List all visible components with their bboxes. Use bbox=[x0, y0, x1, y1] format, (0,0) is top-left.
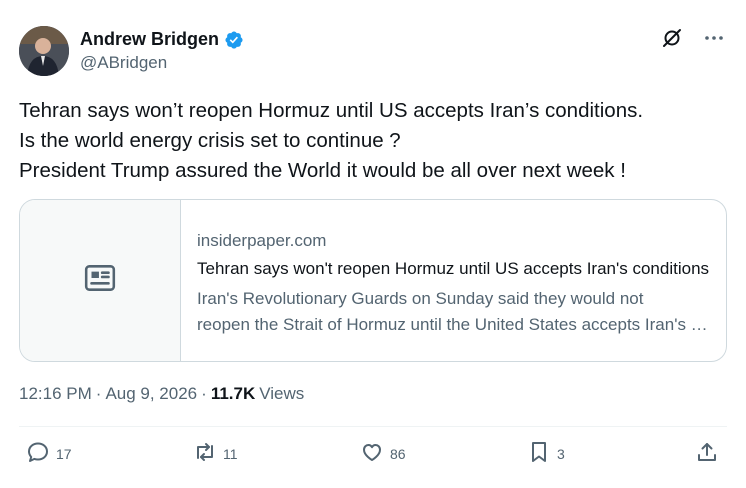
repost-button[interactable]: 11 bbox=[193, 440, 238, 467]
tweet-text: Tehran says won’t reopen Hormuz until US… bbox=[19, 96, 719, 186]
like-count: 86 bbox=[390, 445, 406, 462]
post-time[interactable]: 12:16 PM bbox=[19, 384, 92, 404]
grok-icon[interactable] bbox=[660, 26, 684, 50]
card-domain: insiderpaper.com bbox=[197, 231, 327, 250]
tweet-text-line: President Trump assured the World it wou… bbox=[19, 159, 626, 182]
share-icon bbox=[695, 440, 719, 467]
card-description: Iran's Revolutionary Guards on Sunday sa… bbox=[197, 286, 710, 338]
avatar[interactable] bbox=[19, 26, 69, 76]
card-title: Tehran says won't reopen Hormuz until US… bbox=[197, 259, 710, 278]
reply-icon bbox=[26, 440, 50, 467]
display-name[interactable]: Andrew Bridgen bbox=[80, 29, 219, 50]
meta-separator: · bbox=[201, 384, 207, 403]
like-icon bbox=[360, 440, 384, 467]
card-thumbnail bbox=[20, 200, 181, 361]
tweet-top-actions bbox=[660, 26, 726, 50]
share-button[interactable] bbox=[695, 440, 719, 467]
card-body: insiderpaper.com Tehran says won't reope… bbox=[181, 200, 726, 361]
more-icon[interactable] bbox=[702, 26, 726, 50]
link-card[interactable]: insiderpaper.com Tehran says won't reope… bbox=[19, 199, 727, 362]
author-name-row[interactable]: Andrew Bridgen bbox=[80, 29, 244, 50]
bookmark-count: 3 bbox=[557, 445, 565, 462]
tweet: Andrew Bridgen @ABridgen Tehran says won… bbox=[0, 0, 746, 488]
post-date[interactable]: Aug 9, 2026 bbox=[105, 384, 197, 404]
like-button[interactable]: 86 bbox=[360, 440, 406, 467]
views-label: Views bbox=[259, 384, 305, 403]
repost-icon bbox=[193, 440, 217, 467]
tweet-meta: 12:16 PM · Aug 9, 2026 · 11.7K Views bbox=[19, 384, 304, 404]
tweet-text-line: Tehran says won’t reopen Hormuz until US… bbox=[19, 99, 644, 122]
repost-count: 11 bbox=[223, 445, 238, 462]
divider bbox=[19, 426, 727, 427]
card-description-line: Iran's Revolutionary Guards on Sunday sa… bbox=[197, 289, 644, 308]
reply-count: 17 bbox=[56, 445, 72, 462]
article-icon bbox=[83, 261, 117, 300]
reply-button[interactable]: 17 bbox=[26, 440, 72, 467]
tweet-text-line: Is the world energy crisis set to contin… bbox=[19, 129, 401, 152]
bookmark-button[interactable]: 3 bbox=[527, 440, 565, 467]
author-handle[interactable]: @ABridgen bbox=[80, 53, 167, 73]
action-bar: 17 11 86 3 bbox=[0, 440, 746, 476]
card-description-line: reopen the Strait of Hormuz until the Un… bbox=[197, 315, 710, 334]
bookmark-icon bbox=[527, 440, 551, 467]
views-count: 11.7K bbox=[210, 384, 256, 403]
meta-separator: · bbox=[95, 384, 102, 403]
verified-badge-icon bbox=[224, 30, 244, 50]
